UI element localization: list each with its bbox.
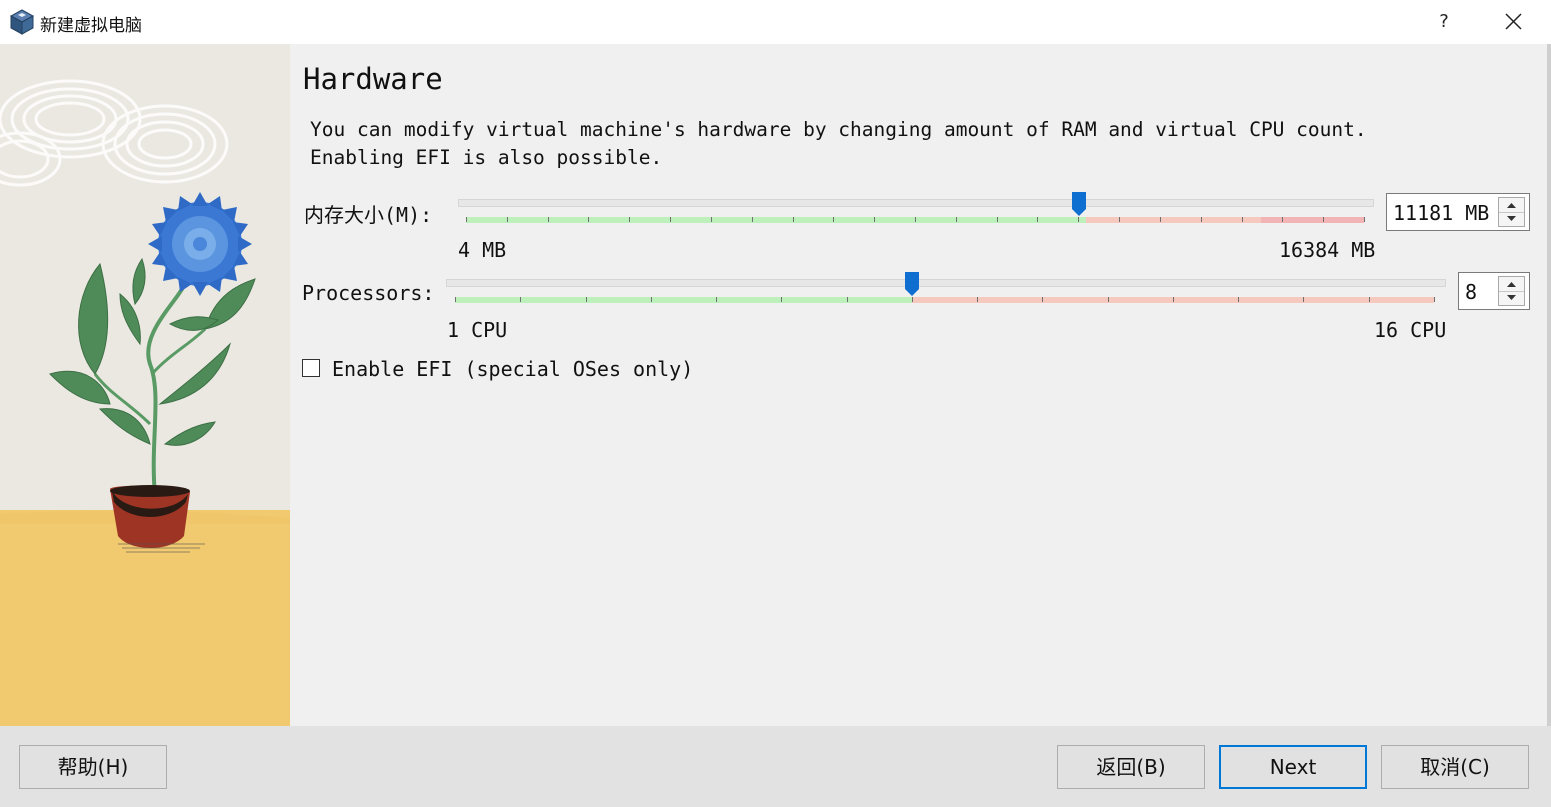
memory-tick — [997, 217, 998, 222]
memory-danger-range — [1260, 217, 1364, 223]
processors-tick — [977, 297, 978, 302]
window-border — [1547, 44, 1551, 726]
wizard-illustration — [0, 44, 290, 726]
memory-slider-handle[interactable] — [1071, 192, 1086, 216]
memory-label: 内存大小(M): — [304, 203, 433, 227]
processors-tick — [586, 297, 587, 302]
memory-tick — [956, 217, 957, 222]
memory-tick — [1119, 217, 1120, 222]
memory-tick — [1282, 217, 1283, 222]
processors-slider-handle[interactable] — [904, 272, 919, 296]
chevron-down-icon[interactable] — [1499, 291, 1524, 305]
back-button[interactable]: 返回(B) — [1057, 745, 1205, 789]
processors-max-label: 16 CPU — [1374, 318, 1447, 342]
memory-tick — [1242, 217, 1243, 222]
enable-efi-label[interactable]: Enable EFI (special OSes only) — [332, 357, 693, 381]
processors-tick — [651, 297, 652, 302]
processors-tick — [912, 297, 913, 302]
memory-tick — [833, 217, 834, 222]
processors-tick — [1042, 297, 1043, 302]
cancel-button[interactable]: 取消(C) — [1381, 745, 1529, 789]
processors-slider-groove — [446, 279, 1446, 287]
help-button[interactable]: ? — [1432, 8, 1456, 36]
page-description: You can modify virtual machine's hardwar… — [310, 118, 1367, 169]
processors-tick — [716, 297, 717, 302]
processors-spin-buttons — [1498, 276, 1525, 306]
chevron-up-icon[interactable] — [1499, 277, 1524, 292]
memory-safe-range — [466, 217, 1086, 223]
close-button[interactable] — [1498, 8, 1528, 36]
memory-tick — [1037, 217, 1038, 222]
memory-tick — [874, 217, 875, 222]
processors-tick — [1434, 297, 1435, 302]
processors-tick — [1173, 297, 1174, 302]
processors-tick — [1238, 297, 1239, 302]
title-bar: 新建虚拟电脑 ? — [0, 0, 1551, 44]
processors-label: Processors: — [302, 281, 435, 305]
memory-slider-groove — [458, 199, 1374, 207]
processors-tick — [1303, 297, 1304, 302]
processors-tick — [781, 297, 782, 302]
memory-min-label: 4 MB — [458, 238, 507, 262]
memory-tick — [548, 217, 549, 222]
processors-tick — [847, 297, 848, 302]
memory-tick — [629, 217, 630, 222]
close-icon — [1505, 13, 1522, 30]
processors-min-label: 1 CPU — [447, 318, 508, 342]
memory-tick — [752, 217, 753, 222]
memory-max-label: 16384 MB — [1279, 238, 1376, 262]
virtualbox-cube-icon — [10, 9, 34, 35]
memory-tick — [670, 217, 671, 222]
memory-spin-buttons — [1498, 197, 1525, 227]
processors-tick — [455, 297, 456, 302]
memory-tick — [915, 217, 916, 222]
memory-tick — [466, 217, 467, 222]
window-title: 新建虚拟电脑 — [40, 16, 142, 36]
memory-spinbox[interactable]: 11181 MB — [1386, 193, 1530, 231]
next-button[interactable]: Next — [1219, 745, 1367, 789]
memory-warning-range — [1085, 217, 1261, 223]
memory-tick — [588, 217, 589, 222]
memory-tick — [1201, 217, 1202, 222]
processors-value-input[interactable]: 8 — [1465, 280, 1477, 304]
processors-tick — [1108, 297, 1109, 302]
processors-spinbox[interactable]: 8 — [1458, 272, 1530, 310]
memory-tick — [1364, 217, 1365, 222]
enable-efi-checkbox[interactable] — [302, 359, 320, 377]
memory-tick — [507, 217, 508, 222]
memory-tick — [793, 217, 794, 222]
processors-safe-range — [455, 297, 912, 303]
processors-tick — [1369, 297, 1370, 302]
memory-value-input[interactable]: 11181 MB — [1393, 201, 1489, 225]
help-dialog-button[interactable]: 帮助(H) — [19, 745, 167, 789]
page-title: Hardware — [303, 62, 443, 96]
memory-tick — [711, 217, 712, 222]
chevron-down-icon[interactable] — [1499, 212, 1524, 226]
chevron-up-icon[interactable] — [1499, 198, 1524, 213]
memory-tick — [1160, 217, 1161, 222]
processors-tick — [520, 297, 521, 302]
memory-tick — [1078, 217, 1079, 222]
memory-tick — [1323, 217, 1324, 222]
